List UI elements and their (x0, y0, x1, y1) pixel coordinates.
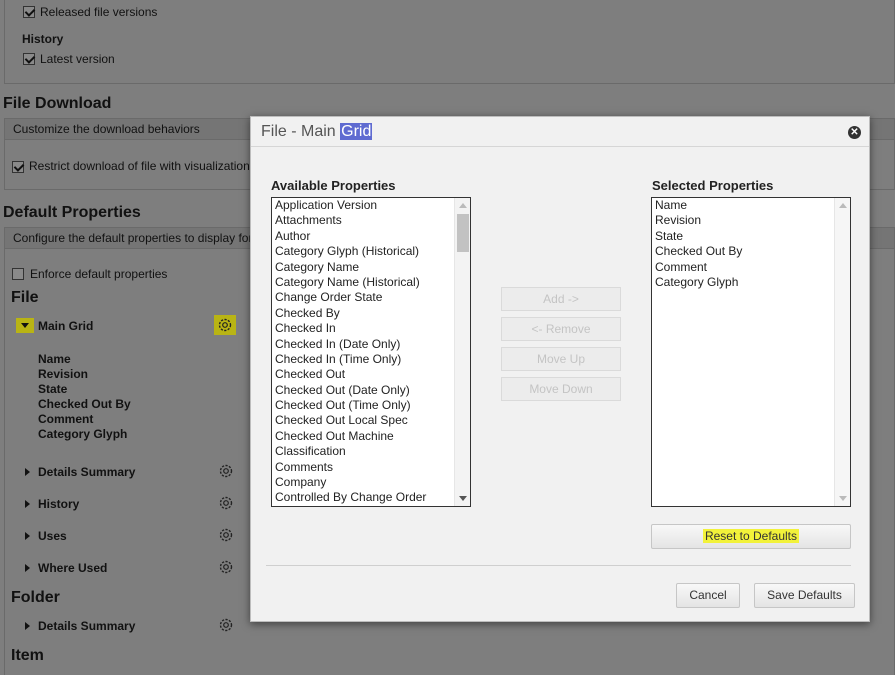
list-item[interactable]: Name (652, 198, 850, 213)
enforce-default-checkbox[interactable] (12, 268, 24, 280)
uses-expand-icon[interactable] (25, 532, 30, 540)
scroll-down-icon[interactable] (459, 496, 467, 501)
list-item[interactable]: Checked In (Date Only) (272, 337, 470, 352)
cancel-button[interactable]: Cancel (676, 583, 740, 608)
list-item[interactable]: Checked Out (Time Only) (272, 398, 470, 413)
list-item[interactable]: Classification (272, 444, 470, 459)
where-used-gear-icon[interactable] (218, 559, 234, 575)
move-down-button[interactable]: Move Down (501, 377, 621, 401)
properties-dialog: File - Main Grid ✕ Available Properties … (250, 116, 870, 622)
list-item[interactable]: Checked In (272, 321, 470, 336)
history-gear-icon[interactable] (218, 495, 234, 511)
dialog-title-bar[interactable]: File - Main Grid ✕ (251, 117, 869, 147)
dialog-title-selection: Grid (340, 123, 373, 140)
scroll-down-icon[interactable] (839, 496, 847, 501)
main-grid-field: Checked Out By (38, 397, 131, 411)
folder-details-summary-gear-icon[interactable] (218, 617, 234, 633)
main-grid-gear-icon[interactable] (217, 317, 233, 333)
available-scrollbar[interactable] (454, 198, 470, 506)
scroll-up-icon[interactable] (459, 203, 467, 208)
selected-properties-label: Selected Properties (652, 178, 774, 193)
main-grid-field: State (38, 382, 68, 396)
folder-details-summary-expand-icon[interactable] (25, 622, 30, 630)
list-item[interactable]: Comments (272, 460, 470, 475)
main-grid-field: Name (38, 352, 71, 366)
list-item[interactable]: Change Order State (272, 290, 470, 305)
main-grid-field: Revision (38, 367, 89, 381)
item-heading: Item (11, 647, 44, 664)
released-versions-label: Released file versions (40, 5, 158, 19)
list-item[interactable]: Category Name (Historical) (272, 275, 470, 290)
move-up-button[interactable]: Move Up (501, 347, 621, 371)
restrict-download-label: Restrict download of file with visualiza… (29, 159, 250, 173)
list-item[interactable]: Revision (652, 213, 850, 228)
latest-version-label: Latest version (40, 52, 115, 66)
list-item[interactable]: Checked By (272, 306, 470, 321)
reset-defaults-label: Reset to Defaults (702, 529, 800, 543)
main-grid-expand-icon[interactable] (21, 323, 29, 328)
main-grid-field: Comment (38, 412, 94, 426)
dialog-title: File - Main Grid (261, 123, 373, 141)
where-used-expand-icon[interactable] (25, 564, 30, 572)
scroll-thumb[interactable] (457, 214, 469, 252)
list-item[interactable]: Comment (652, 260, 850, 275)
selected-scrollbar[interactable] (834, 198, 850, 506)
details-summary-label[interactable]: Details Summary (38, 465, 135, 479)
available-properties-list[interactable]: Application Version Attachments Author Cate… (271, 197, 471, 507)
list-item[interactable]: Category Glyph (652, 275, 850, 290)
save-defaults-button[interactable]: Save Defaults (754, 583, 855, 608)
list-item[interactable]: Company (272, 475, 470, 490)
remove-button[interactable]: <- Remove (501, 317, 621, 341)
add-button[interactable]: Add -> (501, 287, 621, 311)
scroll-up-icon[interactable] (839, 203, 847, 208)
file-download-title: File Download (3, 95, 112, 112)
history-section-label: History (22, 32, 64, 46)
list-item[interactable]: Checked Out By (652, 244, 850, 259)
list-item[interactable]: Checked Out (272, 367, 470, 382)
available-items-container: Application Version Attachments Author Cate… (272, 198, 470, 506)
list-item[interactable]: Controlled By Change Order (272, 490, 470, 505)
main-grid-field: Category Glyph (38, 427, 128, 441)
close-icon[interactable]: ✕ (848, 126, 861, 139)
folder-details-summary-label[interactable]: Details Summary (38, 619, 135, 633)
dialog-title-prefix: File - Main (261, 123, 341, 140)
list-item[interactable]: State (652, 229, 850, 244)
details-summary-expand-icon[interactable] (25, 468, 30, 476)
selected-properties-list[interactable]: Name Revision State Checked Out By Comment Ca… (651, 197, 851, 507)
reset-defaults-button[interactable]: Reset to Defaults (651, 524, 851, 549)
list-item[interactable]: Author (272, 229, 470, 244)
enforce-default-label: Enforce default properties (30, 267, 168, 281)
uses-label[interactable]: Uses (38, 529, 67, 543)
main-grid-label[interactable]: Main Grid (38, 319, 93, 333)
list-item[interactable]: Checked Out (Date Only) (272, 383, 470, 398)
list-item[interactable]: Checked Out Local Spec (272, 413, 470, 428)
history-expand-icon[interactable] (25, 500, 30, 508)
history-label[interactable]: History (38, 497, 79, 511)
default-properties-title: Default Properties (3, 204, 141, 221)
list-item[interactable]: Application Version (272, 198, 470, 213)
restrict-download-checkbox[interactable] (12, 161, 24, 173)
details-summary-gear-icon[interactable] (218, 463, 234, 479)
released-versions-checkbox[interactable] (23, 6, 35, 18)
available-properties-label: Available Properties (271, 178, 396, 193)
file-heading: File (11, 289, 39, 306)
list-item[interactable]: Attachments (272, 213, 470, 228)
list-item[interactable]: Checked Out Machine (272, 429, 470, 444)
latest-version-checkbox[interactable] (23, 53, 35, 65)
where-used-label[interactable]: Where Used (38, 561, 107, 575)
folder-heading: Folder (11, 589, 60, 606)
list-item[interactable]: Category Name (272, 260, 470, 275)
footer-divider (266, 565, 851, 566)
selected-items-container: Name Revision State Checked Out By Comment Ca… (652, 198, 850, 290)
list-item[interactable]: Checked In (Time Only) (272, 352, 470, 367)
uses-gear-icon[interactable] (218, 527, 234, 543)
list-item[interactable]: Category Glyph (Historical) (272, 244, 470, 259)
